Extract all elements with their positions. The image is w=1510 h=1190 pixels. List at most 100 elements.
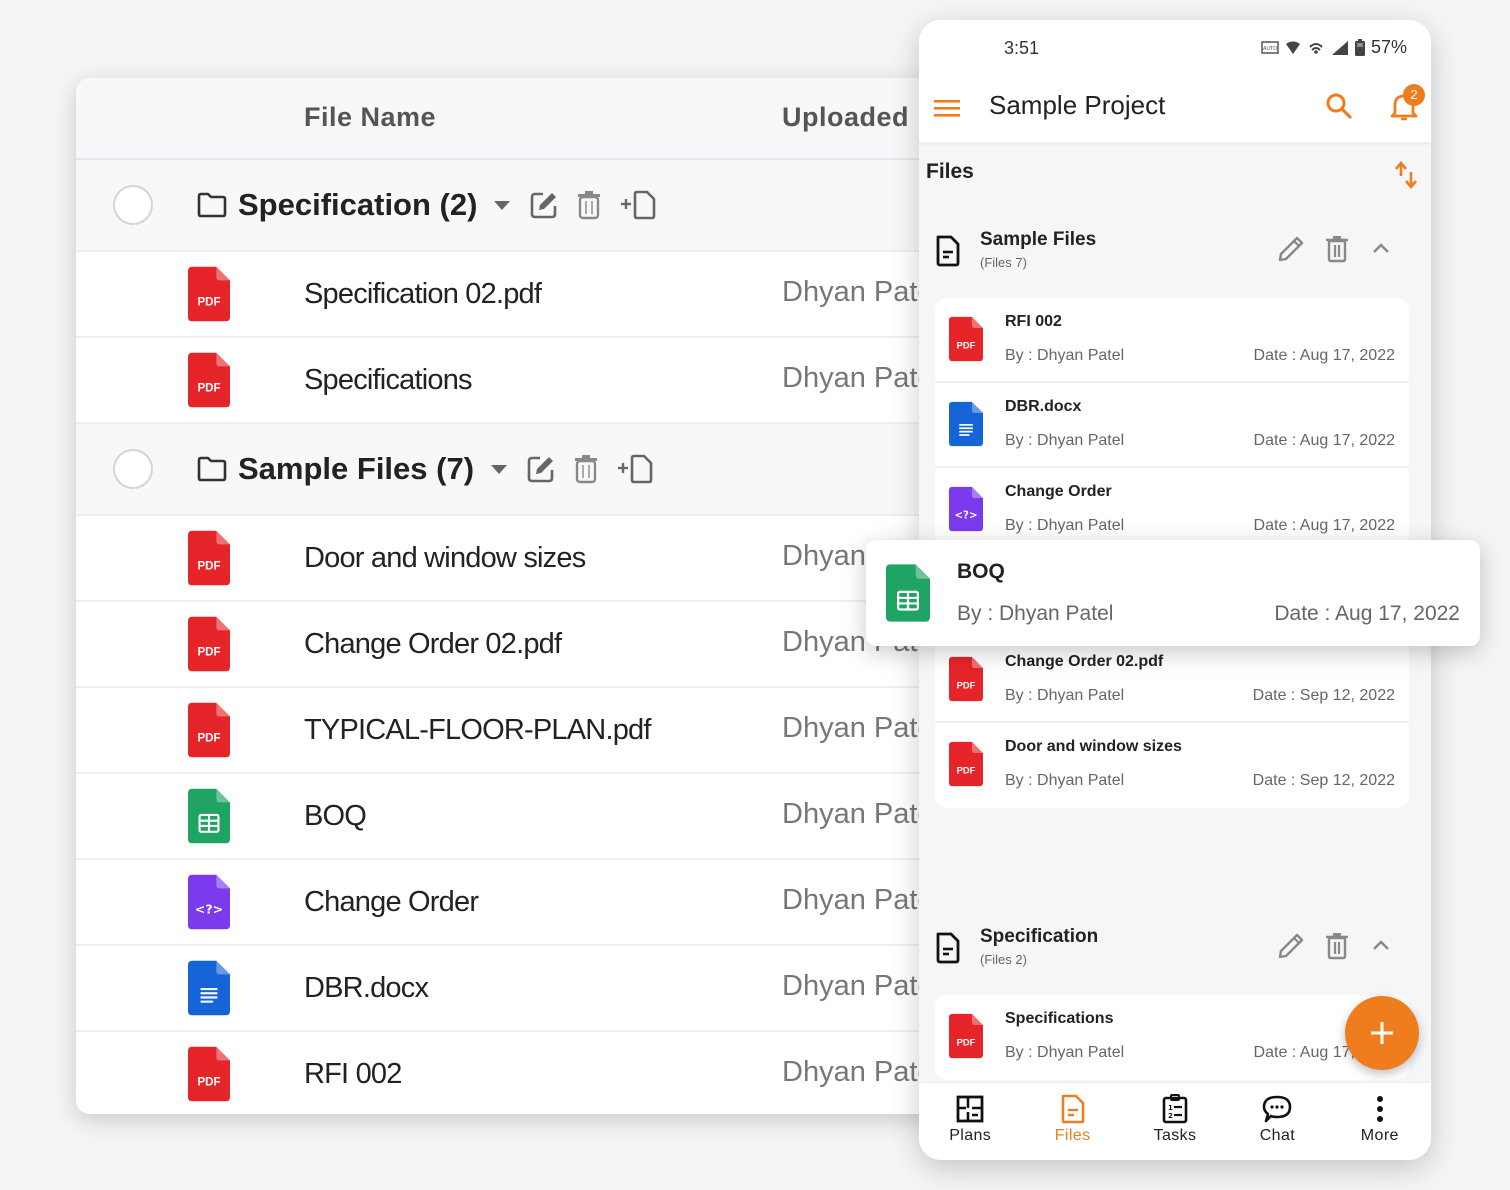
sheet-file-icon <box>886 564 930 627</box>
bottom-navigation: Plans Files 1 2 Tasks Chat More <box>919 1082 1431 1160</box>
add-file-icon[interactable] <box>616 454 656 484</box>
svg-text:AUTO: AUTO <box>1263 46 1277 52</box>
battery-percent: 57% <box>1370 37 1407 57</box>
file-row[interactable]: PDF Specification 02.pdf Dhyan Patel <box>76 252 946 338</box>
doc-file-icon <box>949 401 983 452</box>
file-row[interactable]: PDF Specifications Dhyan Patel <box>76 338 946 424</box>
delete-icon[interactable] <box>577 190 601 220</box>
file-list-item[interactable]: PDF Change Order 02.pdf By : Dhyan Patel… <box>935 638 1409 723</box>
nav-tab-chat[interactable]: Chat <box>1226 1083 1328 1160</box>
file-date: Date : Aug 17, 2022 <box>1253 432 1395 449</box>
nav-tab-more[interactable]: More <box>1329 1083 1431 1160</box>
pdf-file-icon: PDF <box>949 316 983 367</box>
file-list-card: PDF Specifications By : Dhyan Patel Date… <box>935 995 1409 1080</box>
search-icon[interactable] <box>1323 90 1355 127</box>
folder-title: Specification (2) <box>238 187 478 222</box>
file-name: Specifications <box>1005 1010 1114 1027</box>
folder-select-radio[interactable] <box>113 185 153 225</box>
file-name: Change Order 02.pdf <box>1005 653 1164 670</box>
file-date: Date : Sep 12, 2022 <box>1252 687 1395 704</box>
file-name[interactable]: TYPICAL-FLOOR-PLAN.pdf <box>304 714 651 747</box>
folder-header[interactable]: Specification (Files 2) <box>919 922 1431 982</box>
status-bar: 3:51 AUTO 57% <box>919 20 1431 76</box>
pdf-file-icon: PDF <box>188 616 230 677</box>
file-uploaded-by: Dhyan Patel <box>782 276 940 308</box>
svg-text:PDF: PDF <box>197 561 220 573</box>
svg-text:PDF: PDF <box>197 1077 220 1089</box>
file-uploader: By : Dhyan Patel <box>1005 517 1125 534</box>
project-title: Sample Project <box>989 90 1166 120</box>
svg-text:PDF: PDF <box>957 1037 976 1047</box>
folder-title: Specification <box>980 926 1099 947</box>
sort-icon[interactable] <box>1393 160 1419 195</box>
sheet-file-icon <box>188 788 230 849</box>
file-name[interactable]: Specifications <box>304 364 473 397</box>
file-row[interactable]: BOQ Dhyan Patel <box>76 774 946 860</box>
edit-pencil-icon[interactable] <box>1277 932 1305 960</box>
file-name[interactable]: Change Order 02.pdf <box>304 628 562 661</box>
nav-tab-tasks[interactable]: 12 Tasks <box>1124 1083 1226 1160</box>
document-icon <box>936 235 960 267</box>
file-name[interactable]: Change Order <box>304 886 479 919</box>
svg-text:PDF: PDF <box>197 647 220 659</box>
svg-text:PDF: PDF <box>957 340 976 350</box>
file-row[interactable]: <?> Change Order Dhyan Patel <box>76 860 946 946</box>
signal-icon <box>1331 40 1348 55</box>
file-row[interactable]: PDF Door and window sizes Dhyan Patel <box>76 516 946 602</box>
hamburger-menu-icon[interactable] <box>933 94 961 127</box>
delete-icon[interactable] <box>574 454 598 484</box>
status-time: 3:51 <box>1004 38 1040 58</box>
file-row[interactable]: DBR.docx Dhyan Patel <box>76 946 946 1032</box>
add-file-icon[interactable] <box>619 190 659 220</box>
column-header-uploaded[interactable]: Uploaded <box>782 102 909 133</box>
folder-select-radio[interactable] <box>113 449 153 489</box>
file-uploaded-by: Dhyan Patel <box>782 1056 940 1088</box>
delete-icon[interactable] <box>1325 235 1349 263</box>
file-name[interactable]: Specification 02.pdf <box>304 278 542 311</box>
svg-text:PDF: PDF <box>957 680 976 690</box>
edit-icon[interactable] <box>529 190 559 220</box>
nav-tab-label: Tasks <box>1153 1127 1197 1144</box>
folder-icon <box>197 456 227 482</box>
folder-file-count: (Files 7) <box>980 255 1027 270</box>
file-uploader: By : Dhyan Patel <box>1005 1044 1125 1061</box>
svg-text:PDF: PDF <box>957 765 976 775</box>
notification-badge: 2 <box>1403 84 1425 106</box>
table-header: File Name Uploaded <box>76 78 946 160</box>
collapse-chevron-icon[interactable] <box>1369 934 1393 958</box>
file-date: Date : Aug 17, 2022 <box>1253 347 1395 364</box>
svg-text:PDF: PDF <box>197 383 220 395</box>
file-list-item[interactable]: PDF Door and window sizes By : Dhyan Pat… <box>935 723 1409 808</box>
folder-header: Sample Files (7) <box>196 451 656 487</box>
file-icon <box>1060 1093 1086 1125</box>
file-list-item[interactable]: PDF RFI 002 By : Dhyan Patel Date : Aug … <box>935 298 1409 383</box>
edit-icon[interactable] <box>526 454 556 484</box>
file-row[interactable]: PDF Change Order 02.pdf Dhyan Patel <box>76 602 946 688</box>
column-header-file-name[interactable]: File Name <box>304 102 436 133</box>
file-name: Change Order <box>1005 483 1112 500</box>
expand-caret-icon[interactable] <box>490 463 508 475</box>
file-row[interactable]: PDF RFI 002 Dhyan Patel <box>76 1032 946 1114</box>
collapse-chevron-icon[interactable] <box>1369 237 1393 261</box>
file-name[interactable]: DBR.docx <box>304 972 429 1005</box>
file-uploaded-by: Dhyan Patel <box>782 884 940 916</box>
file-name[interactable]: RFI 002 <box>304 1058 402 1091</box>
nav-tab-label: Chat <box>1259 1127 1296 1144</box>
expand-caret-icon[interactable] <box>493 199 511 211</box>
file-row[interactable]: PDF TYPICAL-FLOOR-PLAN.pdf Dhyan Patel <box>76 688 946 774</box>
file-name: RFI 002 <box>1005 313 1062 330</box>
file-name[interactable]: Door and window sizes <box>304 542 586 575</box>
nav-tab-files[interactable]: Files <box>1021 1083 1123 1160</box>
edit-pencil-icon[interactable] <box>1277 235 1305 263</box>
file-list-item[interactable]: PDF Specifications By : Dhyan Patel Date… <box>935 995 1409 1080</box>
file-name[interactable]: BOQ <box>304 800 367 833</box>
add-file-fab[interactable] <box>1345 996 1419 1070</box>
folder-group-row: Sample Files (7) <box>76 424 946 516</box>
folder-icon <box>197 192 227 218</box>
file-list-item[interactable]: DBR.docx By : Dhyan Patel Date : Aug 17,… <box>935 383 1409 468</box>
dragged-file-card[interactable]: BOQ By : Dhyan Patel Date : Aug 17, 2022 <box>866 540 1480 646</box>
delete-icon[interactable] <box>1325 932 1349 960</box>
folder-header[interactable]: Sample Files (Files 7) <box>919 225 1431 285</box>
nav-tab-plans[interactable]: Plans <box>919 1083 1021 1160</box>
file-uploaded-by: Dhyan Patel <box>782 712 940 744</box>
